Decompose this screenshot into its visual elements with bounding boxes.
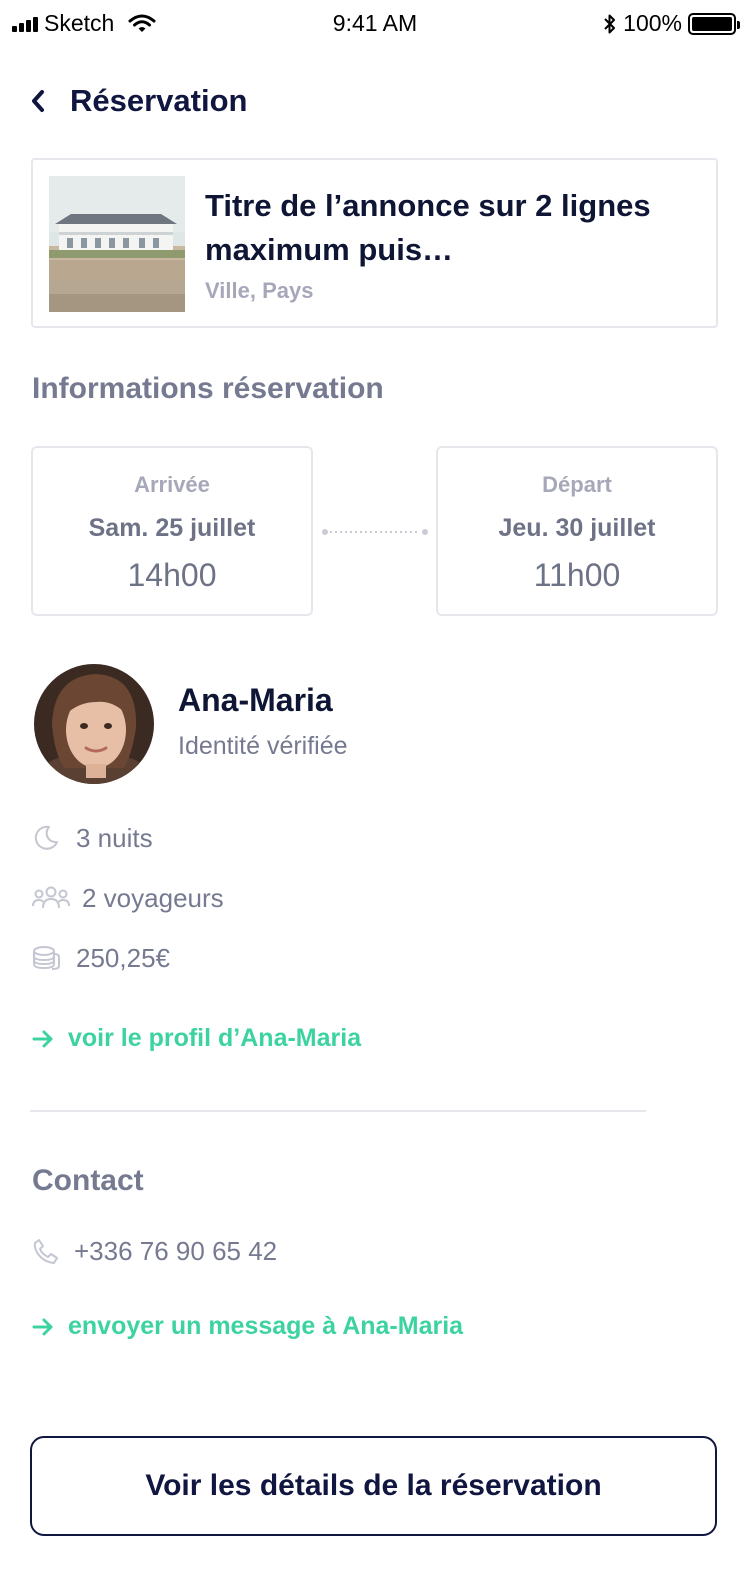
- view-booking-details-button[interactable]: Voir les détails de la réservation: [30, 1436, 717, 1536]
- departure-label: Départ: [542, 472, 612, 497]
- contact-title: Contact: [32, 1164, 144, 1197]
- moon-icon: [32, 822, 64, 854]
- battery-fill: [692, 16, 732, 31]
- status-right: 100%: [603, 10, 740, 37]
- nights-label: 3 nuits: [76, 822, 153, 853]
- nights-row: 3 nuits: [32, 822, 153, 854]
- divider: [30, 1110, 646, 1112]
- status-bar: Sketch 9:41 AM 100%: [0, 0, 750, 44]
- users-icon: [32, 882, 70, 914]
- phone-icon: [32, 1235, 64, 1267]
- battery-percent: 100%: [623, 10, 682, 36]
- bluetooth-icon: [604, 14, 616, 33]
- view-profile-label: voir le profil d’Ana-Maria: [68, 1024, 362, 1052]
- nav-bar: Réservation: [30, 78, 247, 124]
- departure-box: Départ Jeu. 30 juillet 11h00: [436, 446, 718, 616]
- date-connector: [322, 529, 428, 535]
- arrow-right-icon: [32, 1318, 53, 1335]
- chevron-left-icon[interactable]: [30, 81, 54, 121]
- travelers-row: 2 voyageurs: [32, 882, 224, 914]
- departure-day: Jeu. 30 juillet: [498, 514, 656, 542]
- arrival-time: 14h00: [127, 557, 217, 593]
- avatar: [34, 664, 154, 784]
- listing-thumbnail: [49, 176, 185, 312]
- coins-icon: [32, 942, 64, 974]
- send-message-link[interactable]: envoyer un message à Ana-Maria: [32, 1312, 463, 1341]
- send-message-label: envoyer un message à Ana-Maria: [68, 1312, 464, 1340]
- verified-status: Identité vérifiée: [178, 732, 348, 760]
- listing-location: Ville, Pays: [205, 278, 314, 303]
- phone-number: +336 76 90 65 42: [74, 1235, 278, 1266]
- listing-title: Titre de l’annonce sur 2 lignes maximum …: [205, 188, 651, 267]
- arrival-day: Sam. 25 juillet: [88, 514, 256, 542]
- arrow-right-icon: [32, 1030, 53, 1047]
- travelers-label: 2 voyageurs: [82, 882, 224, 913]
- arrival-box: Arrivée Sam. 25 juillet 14h00: [31, 446, 313, 616]
- page-title: Réservation: [70, 83, 248, 118]
- departure-time: 11h00: [533, 557, 621, 593]
- listing-card[interactable]: Titre de l’annonce sur 2 lignes maximum …: [31, 158, 718, 328]
- arrival-label: Arrivée: [134, 472, 210, 497]
- view-profile-link[interactable]: voir le profil d’Ana-Maria: [32, 1024, 361, 1053]
- phone-row[interactable]: +336 76 90 65 42: [32, 1235, 277, 1267]
- guest-name: Ana-Maria: [178, 682, 333, 718]
- price-row: 250,25€: [32, 942, 170, 974]
- price-label: 250,25€: [76, 942, 170, 973]
- booking-info-title: Informations réservation: [32, 372, 384, 405]
- battery-icon: [688, 12, 740, 35]
